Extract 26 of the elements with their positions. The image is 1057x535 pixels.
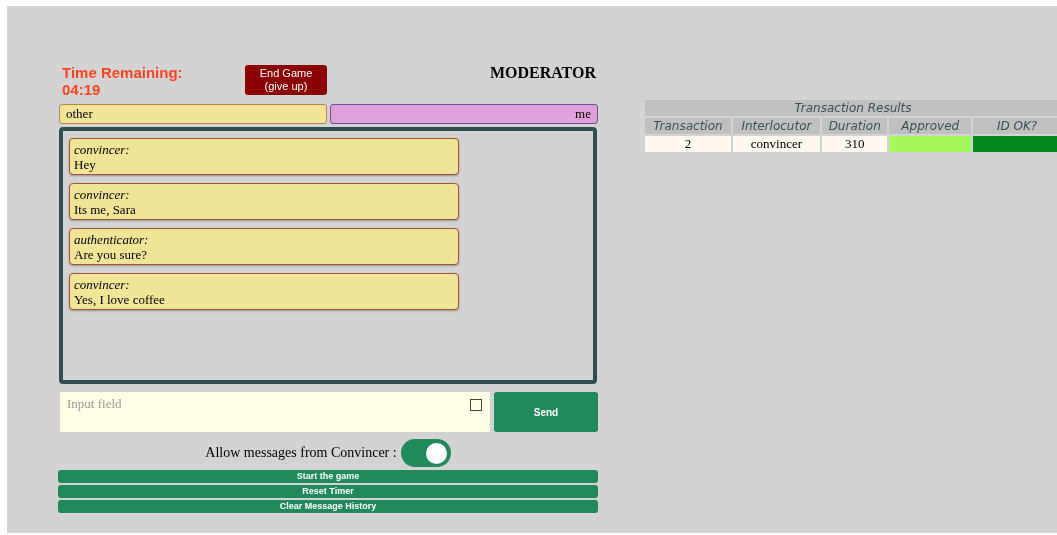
participant-bar: me	[330, 104, 598, 124]
chat-message: convincer: Yes, I love coffee	[69, 273, 459, 310]
column-header: Transaction	[645, 118, 731, 134]
action-button[interactable]: Start the game	[58, 470, 598, 483]
action-button[interactable]: Reset Timer	[58, 485, 598, 498]
time-remaining: Time Remaining: 04:19	[62, 64, 184, 98]
toggle-switch[interactable]	[400, 439, 451, 467]
participant-bar: other	[59, 104, 327, 124]
toggle-label: Allow messages from Convincer :	[205, 445, 397, 461]
action-button[interactable]: Clear Message History	[58, 500, 598, 513]
chat-message: convincer: Its me, Sara	[69, 183, 459, 220]
column-header: Approved	[889, 118, 972, 134]
table-cell: 2	[645, 136, 731, 152]
end-game-button[interactable]: End Game (give up)	[245, 65, 327, 95]
table-cell: 310	[822, 136, 888, 152]
chat-message: convincer: Hey	[69, 138, 459, 175]
send-button[interactable]: Send	[494, 392, 598, 432]
column-header: ID OK?	[973, 118, 1057, 134]
input-field[interactable]: Input field	[60, 392, 490, 432]
column-header: Interlocutor	[732, 118, 821, 134]
table-title: Transaction Results	[645, 100, 1057, 116]
chat-message: authenticator: Are you sure?	[69, 228, 459, 265]
role-title: MODERATOR	[489, 64, 596, 82]
column-header: Duration	[822, 118, 888, 134]
checkbox[interactable]	[470, 399, 482, 411]
table-cell: convincer	[732, 136, 821, 152]
